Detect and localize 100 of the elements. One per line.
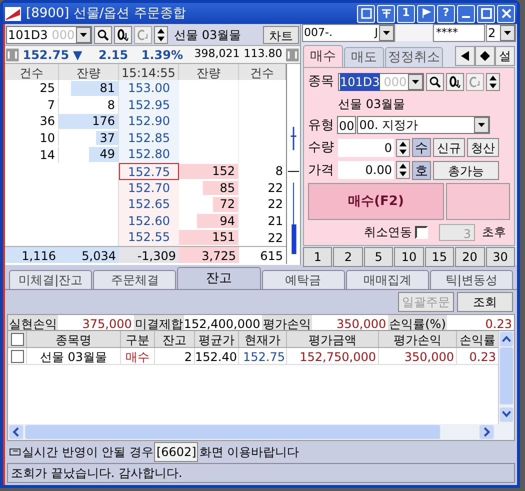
quick-quantity-button[interactable]: 10 <box>394 247 424 267</box>
quick-quantity-button[interactable]: 15 <box>424 247 454 267</box>
spin-button[interactable] <box>396 161 410 180</box>
price-level[interactable]: 152.65 <box>119 196 179 213</box>
reset-button[interactable] <box>446 72 464 91</box>
order-count: 22 <box>268 197 283 212</box>
max-quantity-button[interactable]: 총가능 <box>433 160 499 180</box>
dropdown-button[interactable] <box>474 117 490 134</box>
volume: 398,021 <box>193 46 240 62</box>
table-cell: 152.40 <box>194 348 238 364</box>
price-level[interactable]: 152.85 <box>119 130 179 146</box>
liquidate-button[interactable]: 청산 <box>467 138 499 158</box>
total-value: 5,034 <box>59 246 119 263</box>
price-level[interactable]: 152.90 <box>119 113 179 130</box>
previous-button[interactable] <box>455 46 475 66</box>
caret-icon <box>80 32 87 36</box>
column-header: 구분 <box>120 331 154 347</box>
quick-quantity-button[interactable]: 20 <box>455 247 485 267</box>
view-tab[interactable]: 틱|변동성 <box>430 270 514 289</box>
symbol-field[interactable]: 101D3 000 <box>338 72 424 91</box>
minimize-icon <box>462 16 470 18</box>
vertical-scrollbar[interactable] <box>498 331 514 424</box>
symbol-field[interactable]: 101D3 000 <box>6 26 92 44</box>
settings-button[interactable]: 설 <box>495 46 515 66</box>
view-tab[interactable]: 주문체결 <box>93 270 176 289</box>
title-bar-button[interactable] <box>377 4 395 22</box>
price-level[interactable]: 152.75 <box>119 162 179 180</box>
order-type-select[interactable]: 00. 지정가 <box>357 116 490 134</box>
dropdown-button[interactable] <box>379 25 394 41</box>
caret-icon <box>478 123 486 128</box>
cancel-link-checkbox[interactable] <box>415 226 428 238</box>
current-price: 152.75 <box>22 46 70 64</box>
title-bar-button[interactable] <box>457 4 475 22</box>
view-tab[interactable]: 매매집계 <box>346 270 429 289</box>
horizontal-scrollbar[interactable] <box>8 424 514 440</box>
quantity-field[interactable]: 0 <box>338 138 394 157</box>
spin-button[interactable] <box>396 138 410 157</box>
account-field[interactable]: 007-. J <box>302 24 395 42</box>
quick-quantity-button[interactable]: 30 <box>486 247 515 267</box>
summary-label: 미결제합 <box>134 315 184 330</box>
summary-value: 0.23 <box>484 316 514 330</box>
view-tab[interactable]: 잔고 <box>177 267 261 289</box>
reset-button[interactable] <box>114 26 132 44</box>
row-checkbox[interactable] <box>10 350 24 362</box>
column-header: 잔량 <box>179 64 239 80</box>
dropdown-button[interactable] <box>76 26 91 42</box>
blank-panel <box>446 183 510 220</box>
title-bar-button[interactable] <box>357 4 375 22</box>
quick-quantity-button[interactable]: 1 <box>303 247 332 267</box>
select-all-checkbox[interactable] <box>10 332 24 346</box>
order-quantity: 176 <box>92 114 115 128</box>
column-header: 평가금액 <box>286 331 378 347</box>
price-field[interactable]: 0.00 <box>338 161 394 180</box>
view-tab[interactable]: 미체결|잔고 <box>9 270 92 289</box>
search-button[interactable] <box>94 26 112 44</box>
password-field[interactable]: **** <box>433 24 485 42</box>
table-cell: 선물 03월물 <box>26 348 120 364</box>
price-level[interactable]: 152.55 <box>119 229 179 246</box>
unit-button[interactable]: 수 <box>412 138 431 158</box>
tick-button[interactable]: 호 <box>412 160 431 180</box>
title-bar-button[interactable]: ? <box>437 4 455 22</box>
price-level[interactable]: 153.00 <box>119 80 179 97</box>
order-tab[interactable]: 정정취소 <box>385 47 443 67</box>
toolbar-button[interactable]: 조회 <box>457 292 513 312</box>
caret-icon <box>383 31 390 35</box>
chart-button[interactable]: 차트 <box>263 26 299 44</box>
type-code-field[interactable]: 00 <box>337 116 356 134</box>
order-count: 36 <box>40 114 55 128</box>
redacted-field <box>396 25 432 41</box>
order-tab[interactable]: 매수 <box>303 45 343 67</box>
delay-field: 3 <box>439 224 475 240</box>
title-bar-button[interactable] <box>497 4 515 22</box>
price-level[interactable]: 152.60 <box>119 212 179 230</box>
buy-button[interactable]: 매수(F2) <box>308 183 444 220</box>
new-button[interactable]: 신규 <box>433 138 465 158</box>
dropdown-button[interactable] <box>408 74 423 90</box>
table-cell: 매수 <box>120 348 154 364</box>
quick-quantity-button[interactable]: 5 <box>364 247 394 267</box>
price-level[interactable]: 152.95 <box>119 96 179 114</box>
spin-button[interactable] <box>486 72 500 91</box>
title-bar-button[interactable] <box>417 4 435 22</box>
count-select[interactable]: 2 <box>486 24 516 42</box>
caret-icon <box>504 31 511 35</box>
summary-label: 손익률(%) <box>388 315 447 330</box>
dropdown-button[interactable] <box>500 25 515 41</box>
order-tab[interactable]: 매도 <box>344 47 384 67</box>
price-level[interactable]: 152.70 <box>119 180 179 196</box>
title-bar-button[interactable] <box>477 4 495 22</box>
view-tab[interactable]: 예탁금 <box>262 270 345 289</box>
title-bar-button[interactable]: 1 <box>397 4 415 22</box>
quick-quantity-button[interactable]: 2 <box>333 247 363 267</box>
spin-button[interactable] <box>154 26 168 44</box>
order-count: 7 <box>47 98 55 112</box>
search-icon <box>429 76 441 88</box>
price-level[interactable]: 152.80 <box>119 146 179 163</box>
search-button[interactable] <box>426 72 444 91</box>
field-label: 유형 <box>308 116 335 134</box>
summary-value: 350,000 <box>336 316 388 330</box>
diamond-button[interactable] <box>475 46 495 66</box>
order-quantity: 152 <box>212 164 235 178</box>
